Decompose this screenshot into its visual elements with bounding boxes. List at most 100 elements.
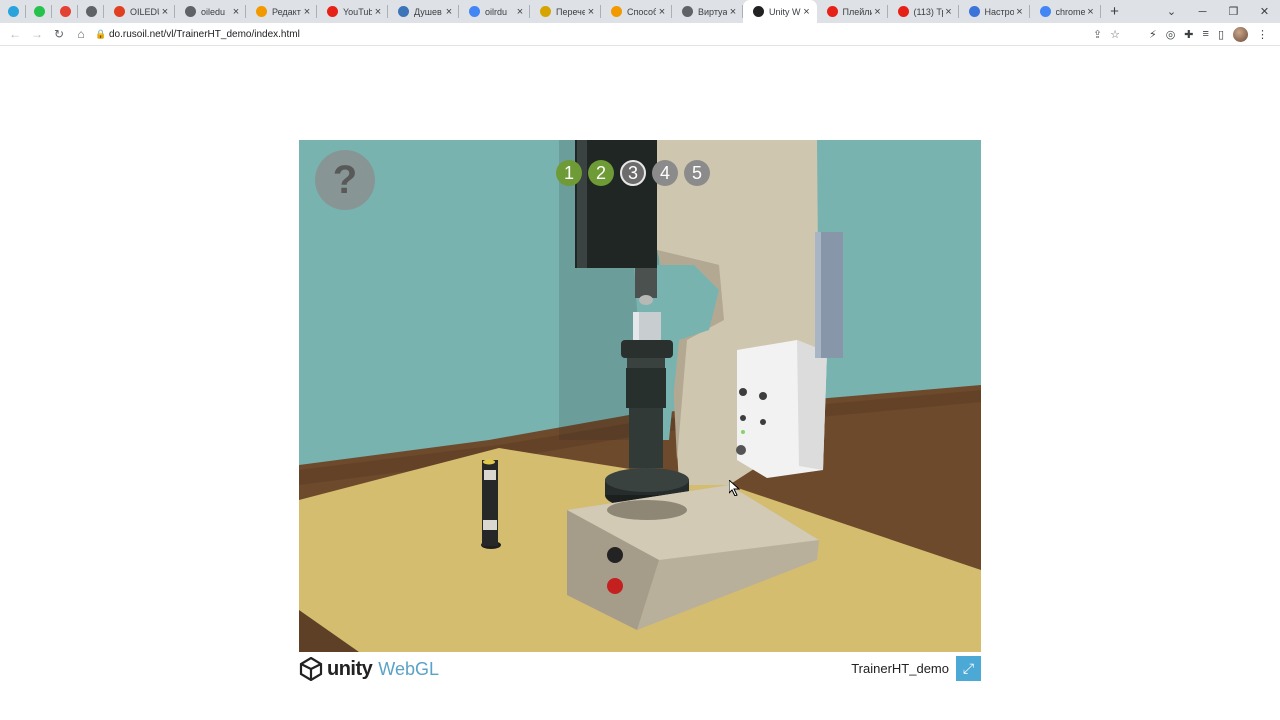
browser-tab-0[interactable] — [0, 0, 26, 23]
tab-title: YouTub — [343, 6, 372, 17]
circle-extension-icon[interactable]: ◎ — [1166, 28, 1176, 41]
document-icon — [611, 6, 622, 17]
step-indicator: 12345 — [556, 160, 710, 186]
gear-icon — [968, 6, 980, 17]
menu-kebab-icon[interactable]: ⋮ — [1257, 28, 1268, 41]
document-icon — [540, 6, 551, 17]
step-2[interactable]: 2 — [588, 160, 614, 186]
tab-close-icon[interactable]: × — [301, 6, 313, 18]
step-3[interactable]: 3 — [620, 160, 646, 186]
tab-close-icon[interactable]: × — [727, 6, 739, 18]
gmail-icon — [59, 6, 71, 17]
tab-close-icon[interactable]: × — [514, 6, 526, 18]
step-1[interactable]: 1 — [556, 160, 582, 186]
step-4[interactable]: 4 — [652, 160, 678, 186]
reload-button[interactable]: ↻ — [48, 27, 70, 41]
fullscreen-icon: ⤢ — [962, 660, 975, 676]
tab-close-icon[interactable]: × — [943, 6, 955, 18]
browser-tab-8[interactable]: Душев × — [388, 0, 459, 23]
browser-tab-13[interactable]: Unity W × — [743, 0, 817, 23]
tab-close-icon[interactable]: × — [801, 6, 813, 18]
browser-tab-2[interactable] — [52, 0, 78, 23]
tab-close-icon[interactable]: × — [159, 6, 171, 18]
browser-tab-16[interactable]: Настро × — [959, 0, 1030, 23]
tab-title: oiledu — [201, 6, 226, 17]
back-button[interactable]: ← — [4, 27, 26, 41]
bookmark-star-icon[interactable]: ☆ — [1110, 28, 1120, 41]
browser-tab-5[interactable]: oiledu × — [175, 0, 246, 23]
tab-close-icon[interactable]: × — [230, 6, 242, 18]
browser-tab-14[interactable]: Плейли × — [817, 0, 888, 23]
logo-unity-text: unity — [327, 657, 373, 680]
browser-tab-strip: OILEDU×oiledu×Редакт×YouTub×Душев×oilrdu… — [0, 0, 1280, 23]
share-icon[interactable]: ⇪ — [1093, 28, 1102, 41]
tab-close-icon[interactable]: × — [1085, 6, 1097, 18]
tab-title: (113) Тр — [913, 6, 943, 17]
document-icon — [256, 6, 267, 17]
tab-title: OILEDU — [130, 6, 159, 17]
logo-webgl-text: WebGL — [378, 658, 439, 679]
tab-close-icon[interactable]: × — [1014, 6, 1026, 18]
tab-title: Редакт — [272, 6, 301, 17]
fullscreen-button[interactable]: ⤢ — [956, 656, 981, 681]
unity-footer: unity WebGL TrainerHT_demo ⤢ — [299, 655, 981, 683]
app-title: TrainerHT_demo — [851, 661, 949, 676]
tab-close-icon[interactable]: × — [443, 6, 455, 18]
forward-button[interactable]: → — [26, 27, 48, 41]
browser-tab-12[interactable]: Виртуа × — [672, 0, 743, 23]
tab-close-icon[interactable]: × — [585, 6, 597, 18]
tab-search-icon[interactable]: ⌄ — [1156, 5, 1187, 18]
browser-toolbar: ← → ↻ ⌂ 🔒 do.rusoil.net/vl/TrainerHT_dem… — [0, 23, 1280, 46]
unity-canvas[interactable]: ? 12345 — [299, 140, 981, 652]
tab-close-icon[interactable]: × — [656, 6, 668, 18]
home-button[interactable]: ⌂ — [70, 27, 92, 41]
browser-tab-1[interactable] — [26, 0, 52, 23]
side-panel-icon[interactable]: ▯ — [1218, 28, 1224, 41]
lock-icon[interactable]: 🔒 — [95, 29, 109, 40]
unity-cube-icon — [299, 657, 323, 681]
fire-icon — [114, 6, 125, 17]
help-button[interactable]: ? — [315, 150, 375, 210]
google-icon — [469, 6, 480, 17]
window-controls: ⌄ ─ ❐ ✕ — [1156, 0, 1280, 23]
profile-avatar[interactable] — [1233, 26, 1248, 42]
tab-title: Душев — [414, 6, 442, 17]
step-5[interactable]: 5 — [684, 160, 710, 186]
address-url: do.rusoil.net/vl/TrainerHT_demo/index.ht… — [109, 28, 300, 40]
globe-icon — [85, 6, 97, 17]
address-bar[interactable]: 🔒 do.rusoil.net/vl/TrainerHT_demo/index.… — [95, 25, 1125, 44]
reading-list-icon[interactable]: ≡ — [1203, 28, 1209, 40]
game-scene — [299, 140, 981, 652]
browser-tab-7[interactable]: YouTub × — [317, 0, 388, 23]
youtube-icon — [826, 6, 838, 17]
puzzle-extensions-icon[interactable]: ✚ — [1184, 28, 1193, 41]
tab-close-icon[interactable]: × — [372, 6, 384, 18]
globe-icon — [682, 6, 693, 17]
new-tab-button[interactable]: + — [1101, 0, 1129, 23]
minimize-button[interactable]: ─ — [1187, 6, 1218, 18]
tab-title: Плейли — [842, 6, 872, 17]
extensions-area: ⚡ ◎ ✚ ≡ ▯ ⋮ — [1149, 26, 1268, 42]
tab-title: oilrdu — [485, 6, 508, 17]
browser-tab-4[interactable]: OILEDU× — [104, 0, 175, 23]
browser-tab-15[interactable]: (113) Тр× — [888, 0, 959, 23]
globe-icon — [185, 6, 196, 17]
browser-tab-9[interactable]: oilrdu × — [459, 0, 530, 23]
tab-list: OILEDU×oiledu×Редакт×YouTub×Душев×oilrdu… — [0, 0, 1101, 23]
browser-tab-17[interactable]: chrome × — [1030, 0, 1101, 23]
tab-close-icon[interactable]: × — [872, 6, 884, 18]
restore-button[interactable]: ❐ — [1218, 5, 1249, 18]
vk-icon — [398, 6, 409, 17]
tab-title: Способ — [627, 6, 656, 17]
close-window-button[interactable]: ✕ — [1249, 5, 1280, 18]
browser-tab-3[interactable] — [78, 0, 104, 23]
unity-icon — [753, 6, 764, 17]
browser-tab-6[interactable]: Редакт × — [246, 0, 317, 23]
browser-tab-11[interactable]: Способ × — [601, 0, 672, 23]
lightning-extension-icon[interactable]: ⚡ — [1149, 28, 1157, 41]
browser-tab-10[interactable]: Перече × — [530, 0, 601, 23]
tab-title: chrome — [1055, 6, 1085, 17]
telegram-icon — [7, 6, 19, 17]
tab-title: Перече — [556, 6, 585, 17]
tab-title: Настро — [984, 6, 1014, 17]
